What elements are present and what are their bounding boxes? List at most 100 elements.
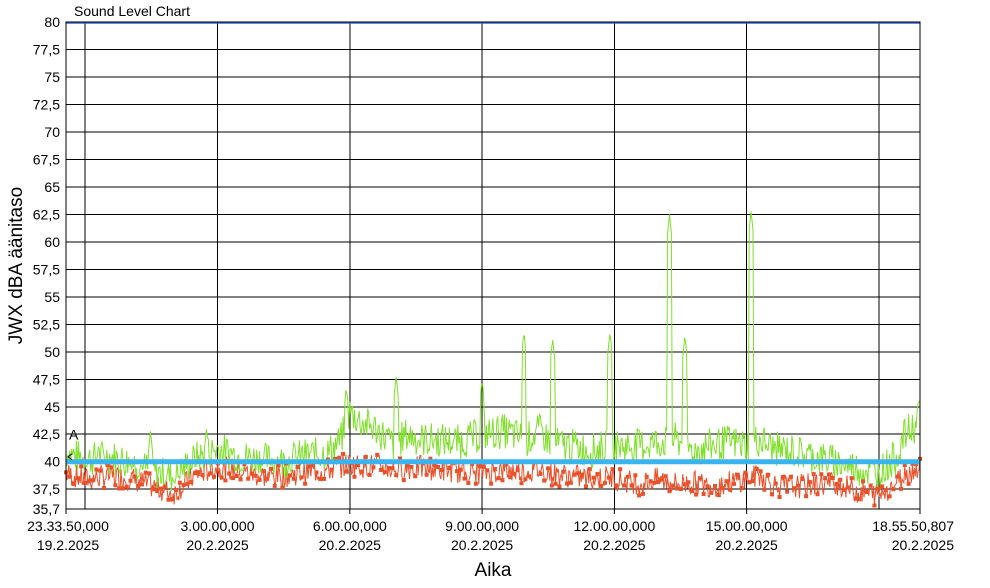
series-min-point xyxy=(143,470,148,475)
series-min-point xyxy=(868,483,873,488)
series-min-point xyxy=(291,476,296,481)
series-min-point xyxy=(344,469,349,474)
series-min-point xyxy=(792,486,797,491)
series-min-point xyxy=(747,480,752,485)
series-min-point xyxy=(287,473,292,478)
series-min-point xyxy=(830,475,835,480)
series-min-point xyxy=(394,473,399,478)
series-min-point xyxy=(473,481,478,486)
series-min-point xyxy=(234,473,239,478)
series-min-point xyxy=(158,486,163,491)
series-min-point xyxy=(200,473,205,478)
series-min-point xyxy=(610,467,615,472)
series-min-point xyxy=(322,476,327,481)
series-min-point xyxy=(826,472,831,477)
series-min-point xyxy=(891,487,896,492)
x-tick-time: 9.00.00,000 xyxy=(445,518,519,534)
series-min-point xyxy=(208,471,213,476)
series-min-point xyxy=(147,471,152,476)
series-min-point xyxy=(697,476,702,481)
x-tick-date: 20.2.2025 xyxy=(583,537,645,553)
series-min-point xyxy=(223,478,228,483)
series-min-point xyxy=(170,497,175,502)
series-min-point xyxy=(652,480,657,485)
series-min-point xyxy=(454,469,459,474)
series-min-point xyxy=(561,469,566,474)
series-min-point xyxy=(815,492,820,497)
series-min-point xyxy=(557,484,562,489)
y-tick-label: 65 xyxy=(44,179,60,195)
series-min-point xyxy=(508,475,513,480)
series-min-point xyxy=(762,487,767,492)
chart-title: Sound Level Chart xyxy=(74,3,190,19)
series-min-point xyxy=(777,494,782,499)
series-min-point xyxy=(618,467,623,472)
series-min-point xyxy=(743,470,748,475)
series-min-point xyxy=(769,492,774,497)
series-min-point xyxy=(86,479,91,484)
series-min-point xyxy=(458,467,463,472)
series-min-point xyxy=(716,493,721,498)
series-min-point xyxy=(261,469,266,474)
y-tick-label: 62,5 xyxy=(33,206,60,222)
x-tick-time: 15.00.00,000 xyxy=(706,518,788,534)
series-min-point xyxy=(629,483,634,488)
series-min-point xyxy=(329,467,334,472)
series-min-point xyxy=(155,489,160,494)
series-min-point xyxy=(675,486,680,491)
series-min-point xyxy=(595,472,600,477)
x-tick-date: 20.2.2025 xyxy=(451,537,513,553)
series-min-point xyxy=(690,489,695,494)
series-min-point xyxy=(864,490,869,495)
series-min-point xyxy=(382,470,387,475)
series-min-point xyxy=(136,484,141,489)
series-min-point xyxy=(591,475,596,480)
series-min-point xyxy=(177,480,182,485)
series-min-point xyxy=(280,485,285,490)
series-min-point xyxy=(477,464,482,469)
series-min-point xyxy=(193,471,198,476)
series-min-point xyxy=(231,476,236,481)
chart-background xyxy=(0,0,990,588)
series-min-point xyxy=(602,480,607,485)
series-min-point xyxy=(678,487,683,492)
series-min-point xyxy=(709,490,714,495)
series-min-point xyxy=(413,474,418,479)
x-tick-time: 12.00.00,000 xyxy=(573,518,655,534)
x-tick-date: 20.2.2025 xyxy=(892,537,954,553)
series-min-point xyxy=(113,483,118,488)
series-min-point xyxy=(101,486,106,491)
series-min-point xyxy=(295,465,300,470)
series-min-point xyxy=(750,479,755,484)
series-min-point xyxy=(720,485,725,490)
y-tick-label: 57,5 xyxy=(33,261,60,277)
y-tick-label: 50 xyxy=(44,344,60,360)
x-tick-date: 20.2.2025 xyxy=(186,537,248,553)
series-min-point xyxy=(481,464,486,469)
y-tick-label: 42,5 xyxy=(33,426,60,442)
series-min-point xyxy=(732,481,737,486)
series-min-point xyxy=(659,477,664,482)
series-min-point xyxy=(515,468,520,473)
series-min-point xyxy=(386,465,391,470)
series-min-point xyxy=(94,467,99,472)
y-tick-label: 67,5 xyxy=(33,151,60,167)
series-min-point xyxy=(565,481,570,486)
series-min-point xyxy=(576,471,581,476)
series-min-point xyxy=(439,467,444,472)
series-min-point xyxy=(523,477,528,482)
y-tick-label: 45 xyxy=(44,399,60,415)
series-min-point xyxy=(109,465,114,470)
series-min-point xyxy=(773,481,778,486)
series-min-point xyxy=(857,497,862,502)
series-min-point xyxy=(132,474,137,479)
series-min-point xyxy=(834,481,839,486)
series-min-point xyxy=(90,478,95,483)
series-min-point xyxy=(492,467,497,472)
series-min-point xyxy=(807,480,812,485)
series-min-point xyxy=(527,474,532,479)
series-min-point xyxy=(542,478,547,483)
series-min-point xyxy=(212,474,217,479)
series-min-point xyxy=(401,478,406,483)
series-min-point xyxy=(185,481,190,486)
